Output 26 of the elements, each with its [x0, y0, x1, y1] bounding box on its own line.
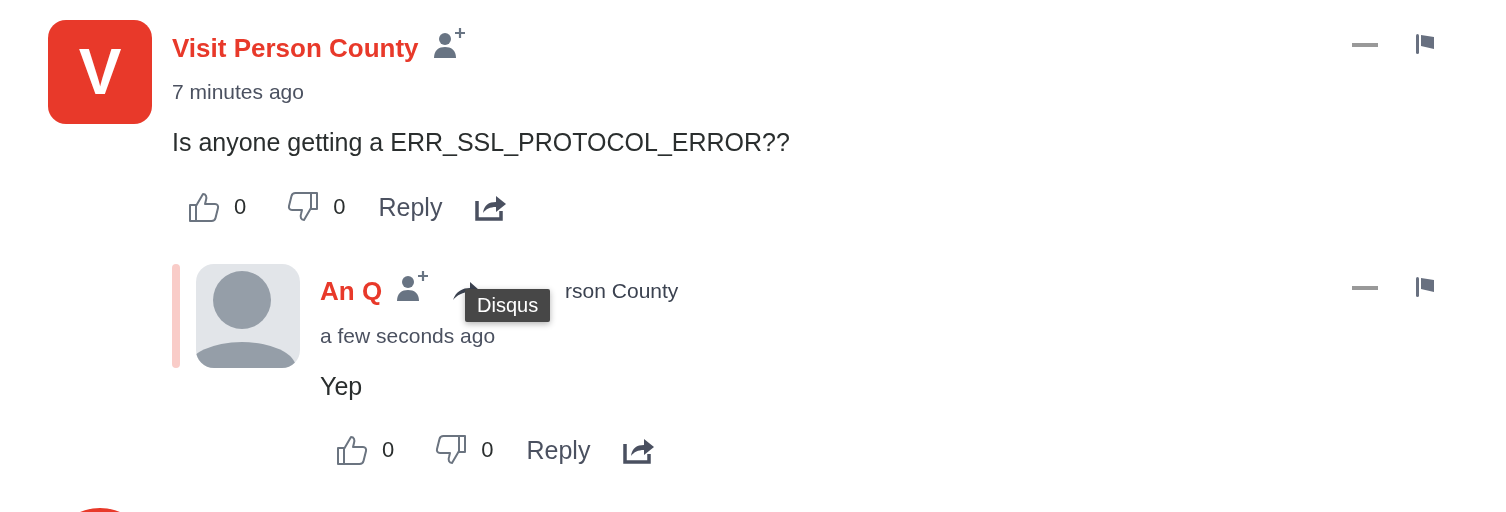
thumbs-up-icon [188, 191, 220, 223]
reply-button[interactable]: Reply [378, 192, 443, 222]
share-icon[interactable] [475, 193, 508, 221]
thumbs-down-icon [435, 434, 468, 466]
thumbs-up-icon [336, 434, 368, 466]
author-name[interactable]: Visit Person County [172, 28, 419, 68]
flag-icon[interactable] [1416, 34, 1434, 54]
flag-icon[interactable] [1416, 277, 1434, 297]
follow-user-icon[interactable] [396, 269, 431, 303]
reply-button[interactable]: Reply [526, 435, 591, 465]
upvote-button[interactable]: 0 [328, 434, 403, 466]
upvote-button[interactable]: 0 [180, 191, 255, 223]
tooltip: Disqus [465, 289, 551, 322]
timestamp[interactable]: a few seconds ago [320, 321, 1434, 351]
thumbs-down-icon [287, 191, 320, 223]
downvote-button[interactable]: 0 [279, 191, 354, 223]
avatar[interactable] [196, 264, 300, 368]
avatar[interactable]: V [48, 20, 152, 124]
timestamp[interactable]: 7 minutes ago [172, 77, 1434, 107]
share-icon[interactable] [623, 436, 656, 464]
author-name[interactable]: An Q [320, 271, 383, 311]
downvote-button[interactable]: 0 [427, 434, 502, 466]
comment-text: Yep [320, 371, 364, 402]
parent-author-link[interactable]: rson County [565, 279, 679, 303]
follow-user-icon[interactable] [432, 26, 467, 60]
comment-text: Is anyone getting a ERR_SSL_PROTOCOL_ERROR?? [172, 127, 791, 158]
